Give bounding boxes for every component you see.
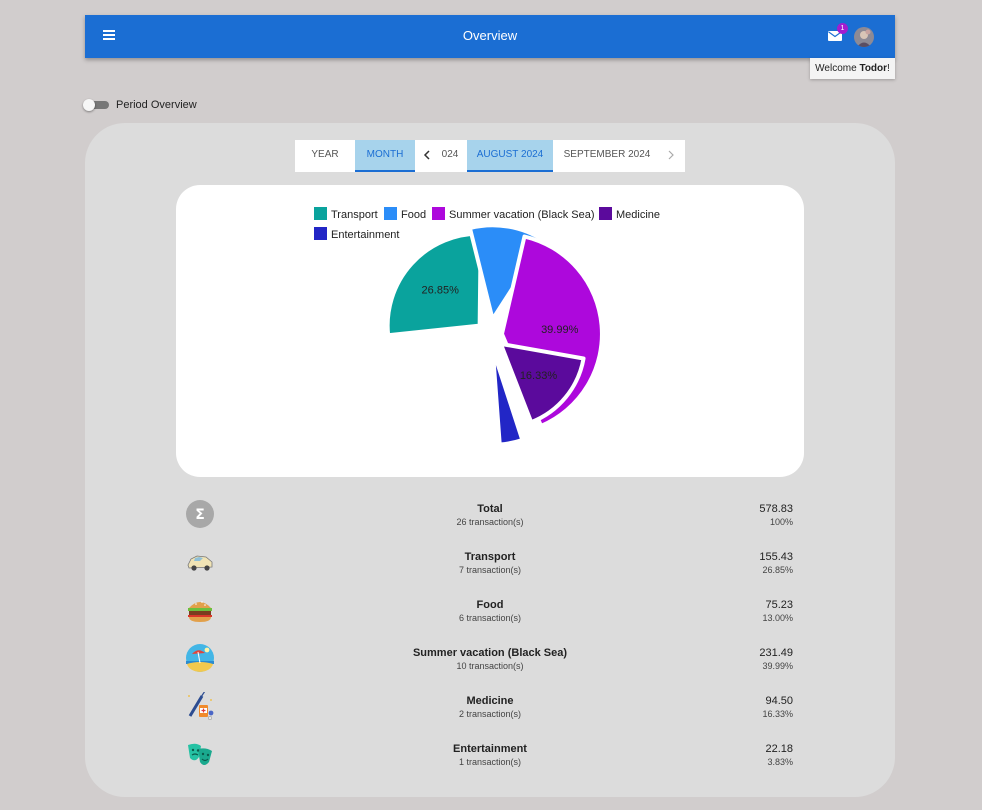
transaction-count: 26 transaction(s) <box>456 517 524 527</box>
transaction-count: 6 transaction(s) <box>458 613 522 623</box>
category-amount: 578.83 <box>759 503 793 515</box>
category-percent: 100% <box>769 517 793 527</box>
page-title: Overview <box>462 28 518 43</box>
tab-next-month[interactable]: SEPTEMBER 2024 <box>557 140 657 170</box>
notification-badge: 1 <box>837 23 848 34</box>
transaction-count: 1 transaction(s) <box>458 757 522 767</box>
category-name: Transport <box>464 551 516 563</box>
category-percent: 26.85% <box>762 565 793 575</box>
welcome-tooltip: Welcome Todor! <box>810 58 895 79</box>
category-name: Food <box>476 599 504 611</box>
chevron-left-icon[interactable] <box>419 140 435 170</box>
category-percent: 13.00% <box>762 613 793 623</box>
avatar[interactable] <box>854 27 874 47</box>
transaction-count: 2 transaction(s) <box>458 709 522 719</box>
welcome-suffix: ! <box>887 63 890 74</box>
category-percent: 3.83% <box>767 757 793 767</box>
category-amount: 94.50 <box>765 695 793 707</box>
period-tabs: YEAR MONTH 024 AUGUST 2024 SEPTEMBER 202… <box>295 140 685 172</box>
category-row[interactable]: Food 6 transaction(s) 75.23 13.00% <box>176 586 804 634</box>
period-overview-label: Period Overview <box>116 99 197 111</box>
category-percent: 39.99% <box>762 661 793 671</box>
pie-chart: 26.85% 39.99% 16.33% <box>385 223 604 447</box>
transaction-count: 10 transaction(s) <box>456 661 524 671</box>
category-name: Total <box>477 503 503 515</box>
tab-previous-month[interactable]: 024 <box>435 140 465 170</box>
category-name: Medicine <box>466 695 514 707</box>
toggle-knob <box>83 99 95 111</box>
tab-current-month[interactable]: AUGUST 2024 <box>467 140 553 172</box>
tab-year[interactable]: YEAR <box>295 140 355 170</box>
category-amount: 155.43 <box>759 551 793 563</box>
chevron-right-icon[interactable] <box>663 140 679 170</box>
chart-card: Transport Food Summer vacation (Black Sea)… <box>176 185 804 477</box>
category-name: Summer vacation (Black Sea) <box>412 647 568 659</box>
welcome-user: Todor <box>859 63 888 74</box>
category-row[interactable]: Entertainment 1 transaction(s) 22.18 3.83% <box>176 730 804 778</box>
category-amount: 22.18 <box>765 743 793 755</box>
category-name: Entertainment <box>453 743 527 755</box>
category-amount: 75.23 <box>765 599 793 611</box>
transaction-count: 7 transaction(s) <box>458 565 522 575</box>
category-row[interactable]: Medicine 2 transaction(s) 94.50 16.33% <box>176 682 804 730</box>
pie-slice-label: 39.99% <box>541 324 579 336</box>
category-row[interactable]: Summer vacation (Black Sea) 10 transactio… <box>176 634 804 682</box>
tab-month[interactable]: MONTH <box>355 140 415 172</box>
category-percent: 16.33% <box>762 709 793 719</box>
pie-slice-label: 16.33% <box>520 370 558 382</box>
total-row[interactable]: Σ Total 26 transaction(s) 578.83 100% <box>176 490 804 538</box>
category-amount: 231.49 <box>759 647 793 659</box>
period-overview-toggle[interactable] <box>83 99 109 111</box>
category-row[interactable]: Transport 7 transaction(s) 155.43 26.85% <box>176 538 804 586</box>
welcome-prefix: Welcome <box>815 63 860 74</box>
pie-slice-label: 26.85% <box>422 285 460 297</box>
app-bar: Overview 1 <box>85 15 895 58</box>
